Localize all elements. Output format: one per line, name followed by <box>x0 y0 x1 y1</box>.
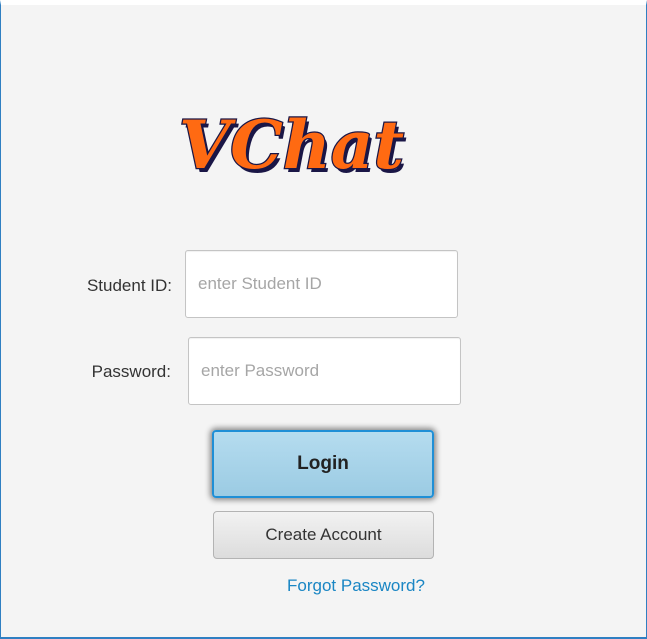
logo-text: VChat <box>179 106 404 184</box>
vchat-logo: VChat VChat <box>178 105 407 185</box>
forgot-password-link[interactable]: Forgot Password? <box>287 576 425 596</box>
create-account-button[interactable]: Create Account <box>213 511 434 559</box>
student-id-input[interactable] <box>186 251 457 317</box>
login-window: VChat VChat Student ID: Password: Login … <box>0 0 647 639</box>
password-input[interactable] <box>189 338 460 404</box>
student-id-label: Student ID: <box>86 276 172 295</box>
password-field[interactable] <box>188 337 461 405</box>
login-button[interactable]: Login <box>212 430 434 498</box>
student-id-field[interactable] <box>185 250 458 318</box>
password-label: Password: <box>91 362 171 381</box>
